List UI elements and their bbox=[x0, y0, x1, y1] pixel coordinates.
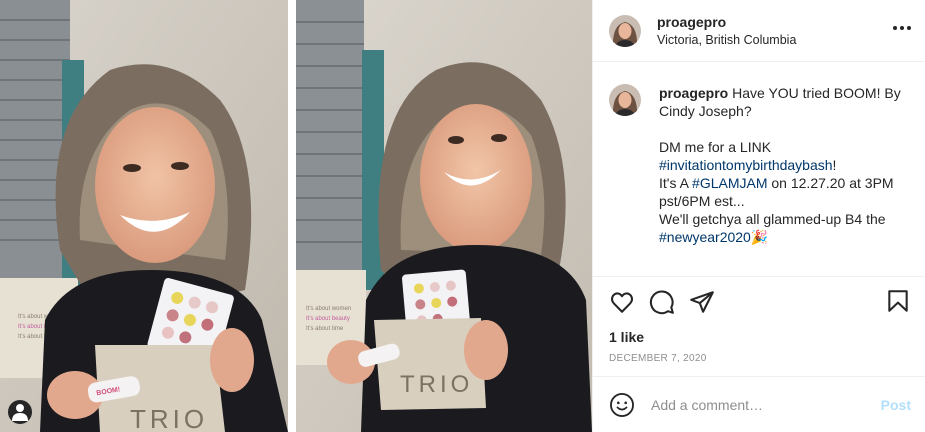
emoji-smiley-icon[interactable] bbox=[609, 392, 635, 418]
paper-plane-icon bbox=[690, 291, 714, 313]
caption-text-fragment: ! bbox=[832, 157, 837, 173]
pouch-label: TRIO bbox=[400, 371, 473, 398]
caption-line: DM me for a LINK bbox=[659, 139, 772, 155]
comment-input[interactable] bbox=[651, 396, 881, 413]
post-comment-button[interactable]: Post bbox=[881, 397, 911, 413]
caption-username[interactable]: proagepro bbox=[659, 85, 728, 101]
post-actions: 1 like DECEMBER 7, 2020 bbox=[593, 276, 925, 376]
caption-line: We'll getchya all glammed-up B4 the bbox=[659, 211, 890, 227]
instagram-post-view: It's about women It's about beauty It's … bbox=[0, 0, 925, 432]
share-button[interactable] bbox=[689, 289, 715, 315]
user-icon bbox=[12, 404, 28, 421]
pillow-line: It's about women bbox=[306, 306, 351, 312]
action-icon-row bbox=[609, 287, 909, 317]
tagged-user-button[interactable] bbox=[8, 400, 32, 424]
avatar[interactable] bbox=[609, 14, 641, 47]
caption-avatar[interactable] bbox=[609, 84, 641, 116]
dot-icon bbox=[907, 26, 911, 30]
photo-left: It's about women It's about beauty It's … bbox=[0, 0, 288, 432]
post-location[interactable]: Victoria, British Columbia bbox=[657, 31, 796, 49]
post-sidebar: proagepro Victoria, British Columbia pro… bbox=[592, 0, 925, 432]
post-header: proagepro Victoria, British Columbia bbox=[593, 0, 925, 62]
comment-button[interactable] bbox=[649, 289, 675, 315]
post-author-username[interactable]: proagepro bbox=[657, 13, 796, 31]
pouch-label: TRIO bbox=[130, 404, 208, 432]
dot-icon bbox=[893, 26, 897, 30]
like-button[interactable] bbox=[609, 289, 635, 315]
pillow-line: It's about beauty bbox=[306, 316, 350, 322]
hashtag-link[interactable]: #GLAMJAM bbox=[692, 175, 767, 191]
post-timestamp[interactable]: DECEMBER 7, 2020 bbox=[609, 353, 909, 364]
photo-right: It's about women It's about beauty It's … bbox=[296, 0, 592, 432]
likes-count[interactable]: 1 like bbox=[609, 329, 909, 345]
comment-bar: Post bbox=[593, 376, 925, 432]
heart-icon bbox=[610, 292, 634, 313]
caption-area: proagepro Have YOU tried BOOM! By Cindy … bbox=[593, 62, 925, 276]
save-button[interactable] bbox=[885, 288, 911, 314]
comment-bubble-icon bbox=[649, 290, 674, 315]
header-text: proagepro Victoria, British Columbia bbox=[657, 13, 796, 49]
hashtag-link[interactable]: #newyear2020 bbox=[659, 229, 751, 245]
party-emoji: 🎉 bbox=[750, 229, 769, 245]
post-media[interactable]: It's about women It's about beauty It's … bbox=[0, 0, 592, 432]
caption-text: proagepro Have YOU tried BOOM! By Cindy … bbox=[659, 84, 909, 276]
hashtag-link[interactable]: #invitationtomybirthdaybash bbox=[659, 157, 833, 173]
bookmark-icon bbox=[888, 290, 908, 312]
dot-icon bbox=[900, 26, 904, 30]
pillow-line: It's about time bbox=[306, 326, 344, 332]
more-options-button[interactable] bbox=[893, 22, 911, 34]
caption-text-fragment: It's A bbox=[659, 175, 693, 191]
